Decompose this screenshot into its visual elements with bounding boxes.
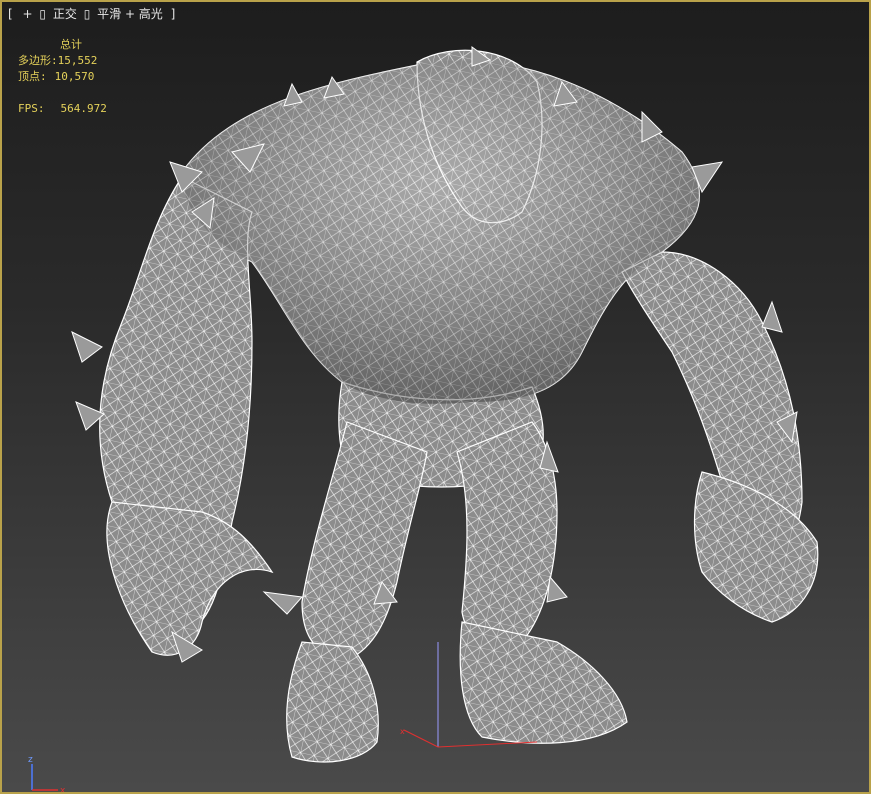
axis-z-label: z (28, 755, 33, 765)
perspective-viewport[interactable]: [ + ▯ 正交 ▯ 平滑 + 高光 ] 总计 多边形:15,552 顶点: 10… (0, 0, 871, 794)
monster-body (99, 49, 819, 763)
svg-text:x: x (400, 727, 405, 736)
axis-tripod-icon: z x (28, 755, 66, 794)
axis-x-label: x (60, 786, 66, 794)
wireframe-model-icon[interactable]: x (2, 2, 869, 792)
